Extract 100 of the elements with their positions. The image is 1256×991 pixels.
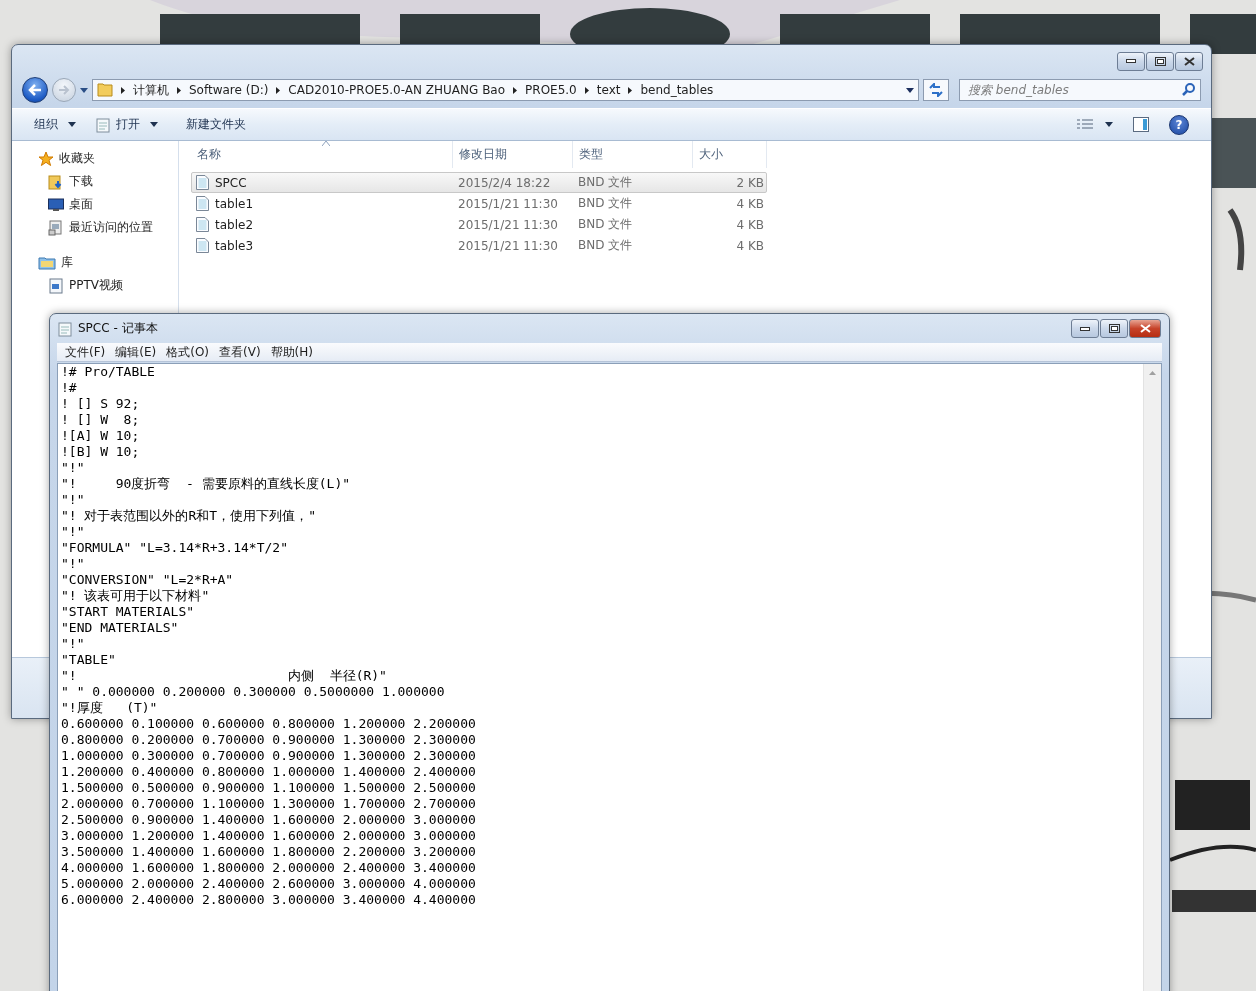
table-cell: SPCC [192, 175, 454, 190]
sidebar-item[interactable]: 桌面 [12, 193, 178, 216]
close-button[interactable] [1129, 319, 1161, 338]
back-arrow-icon [28, 84, 42, 96]
table-cell-text: BND 文件 [577, 237, 634, 254]
text-line: 1.200000 0.400000 0.800000 1.000000 1.400000 2.400000 [61, 764, 477, 780]
text-line: "!" [61, 492, 86, 508]
text-line: ! [] S 92; [61, 396, 141, 412]
breadcrumb[interactable]: bend_tables [640, 83, 714, 97]
text-line: "END MATERIALS" [61, 620, 180, 636]
menu-item[interactable]: 编辑(E) [111, 343, 163, 361]
file-icon [196, 175, 209, 190]
pane-icon [1133, 117, 1149, 132]
column-header[interactable]: 大小 [693, 141, 767, 168]
text-line: 3.000000 1.200000 1.400000 1.600000 2.000000 3.000000 [61, 828, 477, 844]
breadcrumb[interactable]: PROE5.0 [525, 83, 577, 97]
toolbar-button[interactable]: 打开 [88, 112, 166, 137]
breadcrumb[interactable]: 计算机 [133, 81, 169, 99]
menu-item[interactable]: 文件(F) [61, 343, 112, 361]
toolbar-button[interactable]: 新建文件夹 [178, 112, 254, 137]
breadcrumb[interactable]: text [596, 83, 621, 97]
forward-arrow-icon [58, 85, 70, 95]
text-line: 4.000000 1.600000 1.800000 2.000000 2.400000 3.400000 [61, 860, 477, 876]
text-line: 6.000000 2.400000 2.800000 3.000000 3.400000 4.400000 [61, 892, 477, 908]
toolbar-button[interactable]: 组织 [26, 112, 84, 137]
sidebar-group[interactable]: 收藏夹 [12, 147, 178, 170]
text-line: "! 对于表范围以外的R和T，使用下列值，" [61, 508, 317, 524]
caret-icon [906, 87, 914, 93]
refresh-arrows-icon [928, 83, 944, 97]
text-line: !# [61, 380, 78, 396]
minimize-icon [1126, 59, 1136, 63]
text-line: " " 0.000000 0.200000 0.300000 0.5000000 1.000000 [61, 684, 446, 700]
sidebar-item[interactable]: PPTV视频 [12, 274, 178, 297]
breadcrumb[interactable]: CAD2010-PROE5.0-AN ZHUANG Bao [288, 83, 506, 97]
triangle-icon [513, 86, 518, 94]
file-row[interactable]: table2 2015/1/21 11:30 BND 文件 4 KB [191, 214, 767, 235]
table-cell-text: 4 KB [735, 217, 765, 232]
table-cell-text: BND 文件 [577, 174, 634, 191]
table-cell-text: 2015/1/21 11:30 [457, 238, 559, 253]
triangle-icon [177, 86, 181, 94]
sidebar-item[interactable]: 最近访问的位置 [12, 216, 178, 239]
file-icon [196, 238, 209, 253]
text-line: 0.600000 0.100000 0.600000 0.800000 1.200000 2.200000 [61, 716, 477, 732]
address-bar[interactable]: 计算机 Software (D:) CAD2010-PROE5.0-AN ZHUANG Bao PROE5.0 text bend_tables [92, 79, 919, 101]
recent-places-icon [48, 219, 64, 236]
text-line: "!" [61, 556, 86, 572]
text-line: ![B] W 10; [61, 444, 141, 460]
text-line: "!" [61, 636, 86, 652]
search-field[interactable]: 搜索 bend_tables [959, 79, 1201, 101]
text-line: "! 该表可用于以下材料" [61, 588, 211, 604]
text-line: "CONVERSION" "L=2*R+A" [61, 572, 235, 588]
maximize-icon [1108, 324, 1120, 333]
sidebar-group[interactable]: 库 [12, 251, 178, 274]
triangle-icon [628, 86, 633, 94]
text-line: "FORMULA" "L=3.14*R+3.14*T/2" [61, 540, 289, 556]
file-row[interactable]: table3 2015/1/21 11:30 BND 文件 4 KB [191, 235, 767, 256]
table-cell-text: 2015/1/21 11:30 [457, 217, 559, 232]
notepad-icon [96, 116, 110, 133]
sidebar-item[interactable]: 下载 [12, 170, 178, 193]
breadcrumb[interactable]: Software (D:) [189, 83, 269, 97]
menu-item[interactable]: 查看(V) [215, 343, 267, 361]
text-line: !# Pro/TABLE [61, 364, 156, 380]
file-row[interactable]: SPCC 2015/2/4 18:22 BND 文件 2 KB [191, 172, 767, 193]
search-icon [1182, 83, 1195, 96]
menu-item[interactable]: 帮助(H) [266, 343, 319, 361]
help-button[interactable]: ? [1169, 114, 1189, 135]
text-line: 2.500000 0.900000 1.400000 1.600000 2.000000 3.000000 [61, 812, 477, 828]
table-cell-text: BND 文件 [577, 195, 634, 212]
text-line: "START MATERIALS" [61, 604, 196, 620]
column-header[interactable]: 类型 [573, 141, 693, 168]
column-header[interactable]: 修改日期 [453, 141, 573, 168]
scrollbar[interactable] [1143, 364, 1161, 991]
menu-item[interactable]: 格式(O) [162, 343, 216, 361]
library-icon [38, 255, 56, 270]
table-cell-text: BND 文件 [577, 216, 634, 233]
text-line: "!厚度 (T)" [61, 700, 159, 716]
window-title: SPCC - 记事本 [78, 320, 158, 337]
minimize-button[interactable] [1117, 51, 1145, 71]
maximize-button[interactable] [1146, 51, 1174, 71]
text-line: ![A] W 10; [61, 428, 141, 444]
triangle-icon [584, 86, 589, 94]
text-line: "! 内侧 半径(R)" [61, 668, 388, 684]
table-cell: table2 [192, 217, 454, 232]
back-button[interactable] [22, 77, 48, 103]
text-line: 3.500000 1.400000 1.600000 1.800000 2.200000 3.200000 [61, 844, 477, 860]
monitor-icon [48, 197, 64, 212]
refresh-button[interactable] [923, 79, 949, 101]
file-icon [196, 196, 209, 211]
close-button[interactable] [1175, 51, 1203, 71]
file-row[interactable]: table1 2015/1/21 11:30 BND 文件 4 KB [191, 193, 767, 214]
notepad-icon [58, 320, 72, 337]
column-header[interactable]: 名称 [191, 141, 453, 168]
table-cell: table1 [192, 196, 454, 211]
text-line: "!" [61, 524, 86, 540]
maximize-button[interactable] [1100, 319, 1128, 338]
text-line: 5.000000 2.000000 2.400000 2.600000 3.000000 4.000000 [61, 876, 477, 892]
table-cell: table3 [192, 238, 454, 253]
minimize-button[interactable] [1071, 319, 1099, 338]
text-line: 2.000000 0.700000 1.100000 1.300000 1.700000 2.700000 [61, 796, 477, 812]
text-line: 1.500000 0.500000 0.900000 1.100000 1.500000 2.500000 [61, 780, 477, 796]
